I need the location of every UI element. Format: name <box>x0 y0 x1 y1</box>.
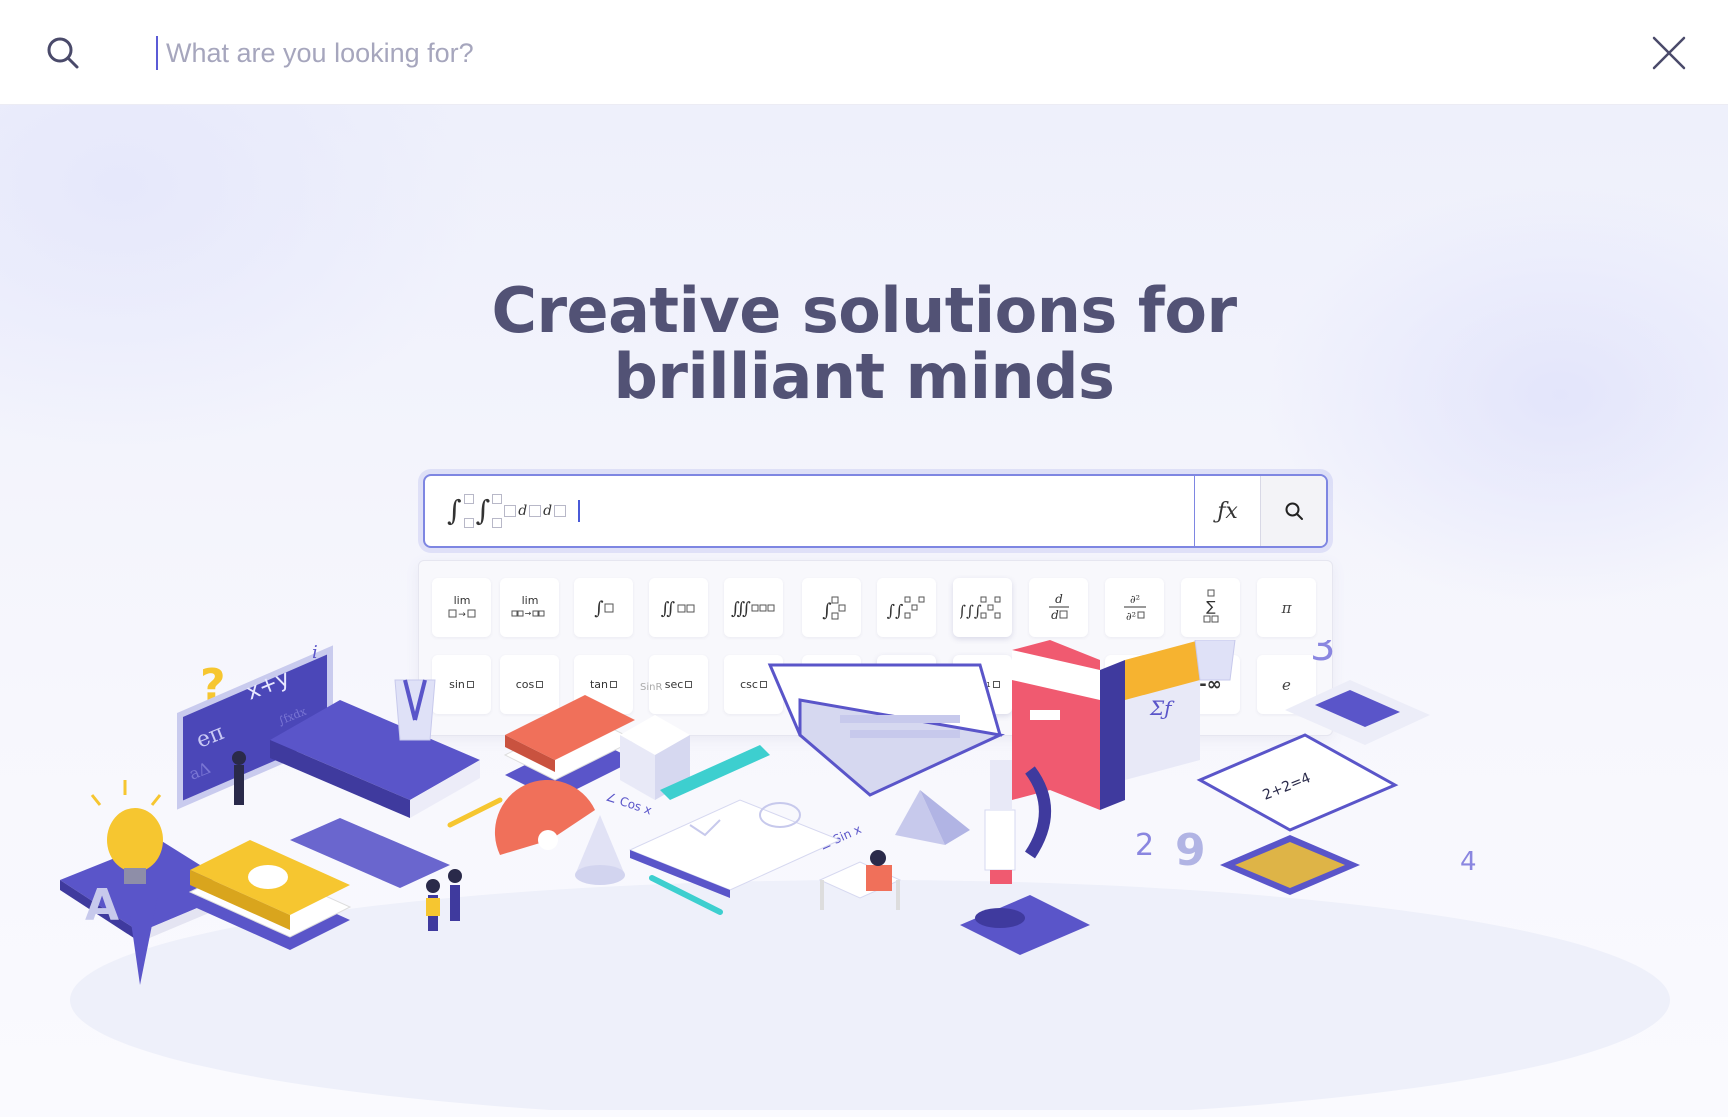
key-triple-definite-integral[interactable]: ∫∫∫ <box>953 578 1012 637</box>
lower-limit-placeholder[interactable] <box>492 518 503 528</box>
math-expression: ∫ ∫ d d <box>447 494 567 528</box>
pyramid <box>895 790 970 845</box>
upper-limit-placeholder[interactable] <box>463 494 474 504</box>
integrand-placeholder[interactable] <box>504 505 517 517</box>
upper-limit-placeholder[interactable] <box>492 494 503 504</box>
svg-text:→: → <box>524 609 531 618</box>
page-headline: Creative solutions for brilliant minds <box>364 278 1364 410</box>
key-double-integral[interactable]: ∬ <box>649 578 708 637</box>
sinr-card: SinR <box>640 682 662 693</box>
key-label: ∫∫ <box>887 601 903 620</box>
purple-book <box>270 700 503 888</box>
key-label: lim <box>453 594 470 607</box>
search-icon <box>1285 502 1303 520</box>
calculator: 3 <box>1285 640 1430 745</box>
pencil-cup-right <box>1194 640 1236 681</box>
headline-line-2: brilliant minds <box>613 340 1115 413</box>
svg-text:d: d <box>1051 608 1059 622</box>
key-summation[interactable]: ∑ <box>1181 578 1240 637</box>
math-input-box: ∫ ∫ d d ƒx <box>423 474 1328 548</box>
headline-line-1: Creative solutions for <box>491 274 1237 347</box>
key-integral[interactable]: ∫ <box>574 578 633 637</box>
differential-d: d <box>518 503 528 519</box>
integral-sign: ∫ <box>447 494 462 527</box>
search-input[interactable] <box>166 37 1466 69</box>
info-icon: i <box>312 642 318 663</box>
sigma-book-label: Σƒ <box>1149 696 1175 720</box>
red-book-stack <box>503 695 637 800</box>
key-derivative[interactable]: d d <box>1029 578 1088 637</box>
laptop <box>767 663 1005 797</box>
education-illustration: ? x+y eπ aΔ ∫fxdx i A SinR ∠ Cos x ∠ Sin… <box>60 640 1670 1110</box>
abacus <box>1220 835 1360 895</box>
lower-limit-placeholder[interactable] <box>463 518 474 528</box>
variable-placeholder[interactable] <box>529 505 542 517</box>
key-label: ∫∫∫ <box>960 602 982 620</box>
key-label: ∫ <box>822 600 832 621</box>
top-search-field <box>156 32 1556 74</box>
text-caret <box>156 36 158 70</box>
math-caret <box>578 500 581 522</box>
svg-text:→: → <box>458 610 466 620</box>
key-label: π <box>1281 598 1292 617</box>
key-double-definite-integral[interactable]: ∫∫ <box>877 578 936 637</box>
differential-d: d <box>543 503 553 519</box>
letter-a-block: A <box>85 880 119 931</box>
fx-button[interactable]: ƒx <box>1194 476 1260 546</box>
key-label: d <box>1055 592 1063 606</box>
number-9-block: 9 <box>1175 825 1206 876</box>
integral-limits <box>492 494 503 528</box>
svg-text:∂²: ∂² <box>1125 610 1135 623</box>
cone <box>575 815 625 885</box>
integral-sign: ∫ <box>475 494 491 527</box>
key-label: ∂² <box>1129 593 1139 606</box>
close-icon[interactable] <box>1648 32 1690 74</box>
variable-placeholder[interactable] <box>554 505 567 517</box>
number-2-block: 2 <box>1135 828 1154 863</box>
key-label: ∬ <box>660 599 674 619</box>
key-limit[interactable]: lim → <box>432 578 491 637</box>
graph-paper-card: 2+2=4 <box>1196 733 1399 832</box>
key-definite-integral[interactable]: ∫ <box>802 578 861 637</box>
math-input-field[interactable]: ∫ ∫ d d <box>425 476 1194 546</box>
key-partial-derivative[interactable]: ∂² ∂² <box>1105 578 1164 637</box>
key-label: ∭ <box>731 599 751 619</box>
number-4-block: 4 <box>1460 847 1477 877</box>
math-search-button[interactable] <box>1260 476 1326 546</box>
key-label: lim <box>521 594 538 607</box>
integral-limits <box>463 494 474 528</box>
protractor <box>494 779 595 855</box>
key-pi[interactable]: π <box>1257 578 1316 637</box>
search-icon[interactable] <box>44 34 82 72</box>
key-triple-integral[interactable]: ∭ <box>724 578 783 637</box>
pencil-cup <box>394 679 436 741</box>
key-limit-two-variable[interactable]: lim → <box>500 578 559 637</box>
number-3-block: 3 <box>1310 640 1335 670</box>
key-label: ∑ <box>1206 599 1216 615</box>
key-label: ∫ <box>594 598 604 619</box>
top-search-bar <box>0 0 1728 105</box>
